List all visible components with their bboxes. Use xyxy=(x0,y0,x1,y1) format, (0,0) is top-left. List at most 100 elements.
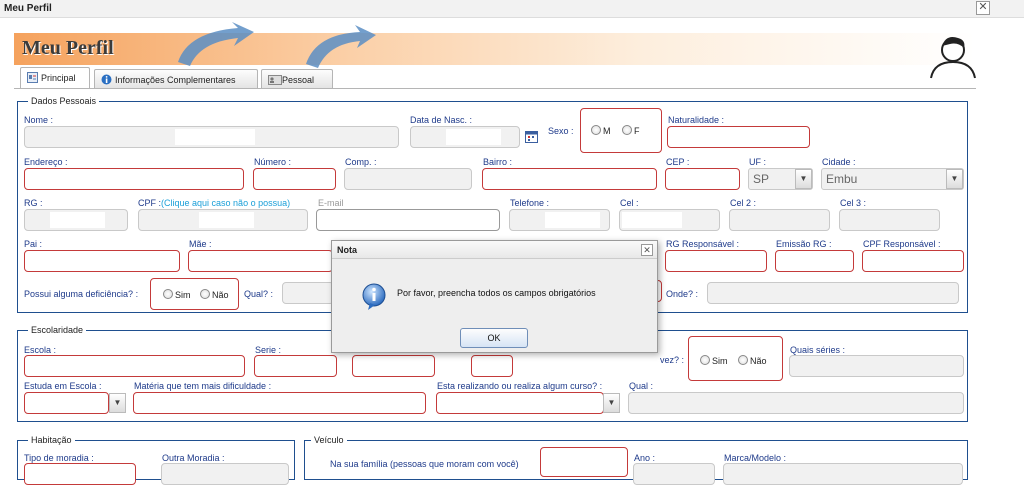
label-quais-series: Quais séries : xyxy=(790,345,846,355)
repetiu-sim-option[interactable]: Sim xyxy=(700,355,728,366)
redacted-value xyxy=(50,212,105,228)
dialog-message: Por favor, preencha todos os campos obri… xyxy=(397,288,596,298)
radio-nao-label: Não xyxy=(212,290,229,300)
close-icon[interactable]: ✕ xyxy=(641,244,653,256)
emissao-rg-field[interactable] xyxy=(775,250,854,272)
label-comp: Comp. : xyxy=(345,157,377,167)
page-title: Meu Perfil xyxy=(22,37,114,59)
cel-field[interactable] xyxy=(619,209,720,231)
label-mae: Mãe : xyxy=(189,239,212,249)
label-sexo: Sexo : xyxy=(548,126,574,136)
radio-sim-label: Sim xyxy=(175,290,191,300)
field-partial[interactable] xyxy=(471,355,513,377)
numero-field[interactable] xyxy=(253,168,336,190)
window-title: Meu Perfil xyxy=(4,3,52,14)
chevron-down-icon[interactable]: ▼ xyxy=(109,393,126,413)
label-uf: UF : xyxy=(749,157,766,167)
tab-principal[interactable]: Principal xyxy=(20,67,90,88)
cpf-help-link[interactable]: (Clique aqui caso não o possua) xyxy=(161,198,290,208)
veiculo-group xyxy=(540,447,628,477)
marca-modelo-field[interactable] xyxy=(723,463,963,485)
quais-series-field[interactable] xyxy=(789,355,964,377)
telefone-field[interactable] xyxy=(509,209,610,231)
sexo-m-option[interactable]: M xyxy=(591,125,611,136)
radio-sim[interactable] xyxy=(700,355,710,365)
label-serie: Serie : xyxy=(255,345,282,355)
radio-nao[interactable] xyxy=(200,289,210,299)
tab-informacoes-complementares[interactable]: Informações Complementares xyxy=(94,69,258,88)
label-cel: Cel : xyxy=(620,198,639,208)
label-endereco: Endereço : xyxy=(24,157,68,167)
dialog-titlebar xyxy=(332,241,657,259)
rg-responsavel-field[interactable] xyxy=(665,250,767,272)
outra-moradia-field[interactable] xyxy=(161,463,289,485)
person-card-icon xyxy=(268,74,282,85)
email-placeholder-label: E-mail xyxy=(318,198,344,208)
escola-field[interactable] xyxy=(24,355,245,377)
calendar-icon[interactable] xyxy=(525,130,538,143)
deficiencia-nao-option[interactable]: Não xyxy=(200,289,229,300)
label-vez: vez? : xyxy=(660,355,685,365)
cidade-value: Embu xyxy=(826,172,858,186)
repetiu-nao-option[interactable]: Não xyxy=(738,355,767,366)
chevron-down-icon[interactable]: ▼ xyxy=(603,393,620,413)
ano-field[interactable] xyxy=(633,463,715,485)
rg-field[interactable] xyxy=(24,209,128,231)
tab-pessoal[interactable]: Pessoal xyxy=(261,69,333,88)
label-naturalidade: Naturalidade : xyxy=(668,115,725,125)
cidade-select[interactable]: Embu xyxy=(821,168,964,190)
radio-m[interactable] xyxy=(591,125,601,135)
onde-field[interactable] xyxy=(707,282,959,304)
radio-sim[interactable] xyxy=(163,289,173,299)
nome-field[interactable] xyxy=(24,126,399,148)
cpf-field[interactable] xyxy=(138,209,308,231)
chevron-down-icon[interactable]: ▼ xyxy=(795,169,812,189)
radio-m-label: M xyxy=(603,126,611,136)
endereco-field[interactable] xyxy=(24,168,244,190)
label-cep: CEP : xyxy=(666,157,690,167)
label-rg: RG : xyxy=(24,198,43,208)
label-cpf: CPF :(Clique aqui caso não o possua) xyxy=(138,198,290,208)
materia-field[interactable] xyxy=(133,392,426,414)
label-nome: Nome : xyxy=(24,115,54,125)
arrow-icon xyxy=(178,22,254,66)
field-partial[interactable] xyxy=(352,355,435,377)
pai-field[interactable] xyxy=(24,250,180,272)
tipo-moradia-select[interactable] xyxy=(24,463,136,485)
comp-field[interactable] xyxy=(344,168,472,190)
qual-curso-field[interactable] xyxy=(628,392,964,414)
estuda-em-escola-select[interactable] xyxy=(24,392,109,414)
label-curso: Esta realizando ou realiza algum curso? … xyxy=(437,381,603,391)
sexo-f-option[interactable]: F xyxy=(622,125,640,136)
label-ano: Ano : xyxy=(634,453,656,463)
email-field[interactable] xyxy=(316,209,500,231)
label-materia: Matéria que tem mais dificuldade : xyxy=(134,381,272,391)
close-icon[interactable]: ✕ xyxy=(976,1,990,15)
label-cpf-responsavel: CPF Responsável : xyxy=(863,239,941,249)
label-familia-veiculo: Na sua família (pessoas que moram com vo… xyxy=(330,459,519,469)
data-nasc-field[interactable] xyxy=(410,126,520,148)
radio-sim-label: Sim xyxy=(712,356,728,366)
legend-veiculo: Veículo xyxy=(311,435,347,445)
bairro-field[interactable] xyxy=(482,168,657,190)
arrow-icon xyxy=(306,25,376,68)
ok-button[interactable]: OK xyxy=(460,328,528,348)
label-cidade: Cidade : xyxy=(822,157,856,167)
cel3-field[interactable] xyxy=(839,209,940,231)
cel2-field[interactable] xyxy=(729,209,830,231)
curso-select[interactable] xyxy=(436,392,604,414)
cep-field[interactable] xyxy=(665,168,740,190)
label-marca-modelo: Marca/Modelo : xyxy=(724,453,787,463)
serie-field[interactable] xyxy=(254,355,337,377)
radio-nao[interactable] xyxy=(738,355,748,365)
mae-field[interactable] xyxy=(188,250,333,272)
page-banner xyxy=(14,33,976,65)
info-icon xyxy=(362,283,386,310)
qual-deficiencia-field[interactable] xyxy=(282,282,334,304)
radio-f[interactable] xyxy=(622,125,632,135)
cpf-responsavel-field[interactable] xyxy=(862,250,964,272)
naturalidade-field[interactable] xyxy=(667,126,810,148)
chevron-down-icon[interactable]: ▼ xyxy=(946,169,963,189)
deficiencia-sim-option[interactable]: Sim xyxy=(163,289,191,300)
tab-label: Informações Complementares xyxy=(115,75,236,85)
